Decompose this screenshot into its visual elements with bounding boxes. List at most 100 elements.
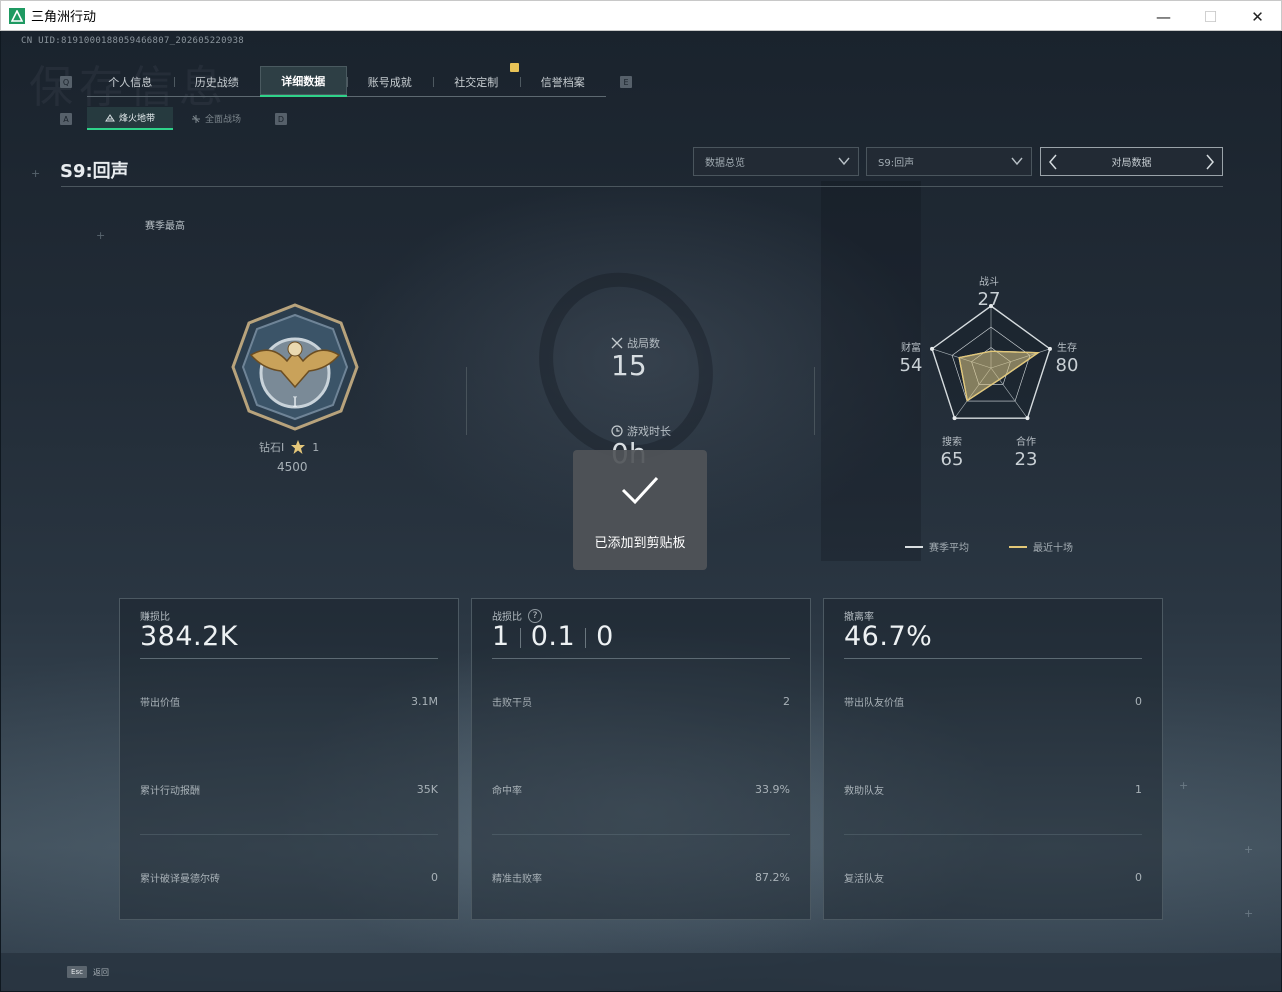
kd-value: 0.1 (530, 621, 576, 652)
season-title: S9:回声 (60, 161, 129, 182)
data-type-dropdown-value: 数据总览 (705, 158, 745, 169)
data-type-dropdown[interactable]: 数据总览 (693, 147, 859, 176)
chevron-right-icon[interactable] (1204, 154, 1216, 170)
radar-axis-search: 搜索 (942, 437, 962, 448)
card-row: 救助队友 1 (844, 779, 1142, 799)
radar-value-search: 65 (940, 449, 964, 470)
matches-value: 15 (611, 349, 647, 382)
row-label: 带出价值 (140, 697, 180, 709)
row-value: 0 (1135, 870, 1142, 884)
chevron-down-icon (838, 157, 850, 166)
legend-swatch (905, 545, 923, 548)
legend-label: 最近十场 (1033, 543, 1073, 554)
radar-axis-survival: 生存 (1057, 343, 1077, 354)
esc-key: Esc (67, 966, 87, 978)
clipboard-toast: 已添加到剪贴板 (573, 450, 707, 570)
card-row: 累计破译曼德尔砖 0 (140, 867, 438, 887)
row-value: 0 (1135, 694, 1142, 708)
tab-history[interactable]: 历史战绩 (173, 66, 261, 97)
kd-value: 0 (596, 621, 614, 652)
radar-value-combat: 27 (977, 289, 1001, 310)
extraction-card: 撤离率 46.7% 带出队友价值 0 救助队友 1 复活队友 0 (823, 598, 1163, 920)
card-value: 384.2K (140, 621, 239, 652)
tab-credit-record[interactable]: 信誉档案 (519, 66, 607, 97)
kd-value: 1 (492, 621, 510, 652)
close-button[interactable]: ✕ (1234, 1, 1281, 32)
minimize-button[interactable]: — (1140, 1, 1187, 32)
card-row: 带出队友价值 0 (844, 691, 1142, 711)
rank-info: 钻石I 1 (259, 439, 319, 455)
legend-recent-ten: 最近十场 (1009, 539, 1073, 554)
row-label: 精准击败率 (492, 873, 542, 885)
pager-label: 对局数据 (1111, 158, 1152, 169)
row-divider (844, 834, 1142, 835)
window-titlebar: 三角洲行动 — ☐ ✕ (0, 0, 1282, 31)
diamond-rank-medal-icon: I (231, 303, 359, 431)
divider (814, 367, 815, 435)
player-uid: CN UID:8191000188059466807_202605220938 (21, 36, 245, 46)
star-icon (291, 440, 306, 454)
row-value: 35K (416, 782, 438, 796)
notification-badge (510, 63, 519, 72)
data-pager: 对局数据 (1040, 147, 1223, 176)
season-dropdown[interactable]: S9:回声 (866, 147, 1032, 176)
row-label: 累计破译曼德尔砖 (140, 873, 220, 885)
kd-card: 战损比 ? 1 0.1 0 击败干员 2 命中率 33.9% 精准击败率 87.2% (471, 598, 811, 920)
maximize-button[interactable]: ☐ (1187, 1, 1234, 32)
checkmark-icon (621, 476, 659, 505)
card-value: 46.7% (844, 621, 933, 652)
tab-social-custom[interactable]: 社交定制 (433, 66, 520, 97)
row-label: 命中率 (492, 785, 522, 797)
rank-name: 钻石I (259, 441, 285, 454)
row-value: 1 (1135, 782, 1142, 796)
row-label: 复活队友 (844, 873, 884, 885)
subtab-battlefield[interactable]: 全面战场 (173, 107, 259, 130)
radar-axis-combat: 战斗 (979, 277, 999, 288)
card-divider (140, 658, 438, 659)
divider (466, 367, 467, 435)
card-row: 带出价值 3.1M (140, 691, 438, 711)
radar-axis-wealth: 财富 (901, 343, 921, 354)
card-row: 复活队友 0 (844, 867, 1142, 887)
subtab-prev-key-hint: A (60, 113, 72, 125)
chevron-left-icon[interactable] (1047, 154, 1059, 170)
subtab-next-key-hint: D (275, 113, 287, 125)
footer-bar (1, 953, 1281, 991)
card-divider (844, 658, 1142, 659)
radar-axis-dot (952, 416, 957, 421)
radar-axis-dot (1025, 416, 1030, 421)
card-row: 累计行动报酬 35K (140, 779, 438, 799)
tab-next-key-hint: E (620, 76, 632, 88)
row-value: 3.1M (411, 694, 438, 708)
radar-value-survival: 80 (1055, 355, 1079, 376)
esc-back-button[interactable]: Esc 返回 (67, 966, 109, 978)
crossed-swords-icon (611, 337, 623, 349)
row-divider (140, 834, 438, 835)
kd-values: 1 0.1 0 (492, 621, 614, 652)
toast-message: 已添加到剪贴板 (594, 536, 686, 551)
card-divider (492, 658, 790, 659)
app-logo-icon (9, 7, 25, 24)
subtab-hazard-zone-label: 烽火地带 (118, 114, 155, 124)
tab-detailed-data[interactable]: 详细数据 (260, 66, 347, 97)
tab-achievements[interactable]: 账号成就 (346, 66, 434, 97)
subtab-hazard-zone[interactable]: 烽火地带 (87, 107, 173, 130)
season-dropdown-value: S9:回声 (878, 158, 915, 169)
clock-icon (611, 425, 623, 437)
header-divider (61, 186, 1223, 187)
main-tabs: 个人信息 历史战绩 详细数据 账号成就 社交定制 信誉档案 (87, 66, 606, 97)
mode-subtabs: 烽火地带 全面战场 (87, 107, 259, 130)
row-label: 带出队友价值 (844, 697, 904, 709)
legend-label: 赛季平均 (929, 543, 969, 554)
row-value: 33.9% (755, 782, 790, 796)
legend-season-avg: 赛季平均 (905, 539, 969, 554)
rank-score: 4500 (277, 460, 308, 474)
row-value: 2 (783, 694, 790, 708)
esc-label: 返回 (93, 967, 109, 977)
chevron-down-icon (1011, 157, 1023, 166)
profit-card: 赚损比 384.2K 带出价值 3.1M 累计行动报酬 35K 累计破译曼德尔砖… (119, 598, 459, 920)
tab-personal-info[interactable]: 个人信息 (87, 66, 174, 97)
radar-axis-cooperation: 合作 (1016, 437, 1036, 448)
svg-text:I: I (292, 395, 298, 411)
card-row: 精准击败率 87.2% (492, 867, 790, 887)
